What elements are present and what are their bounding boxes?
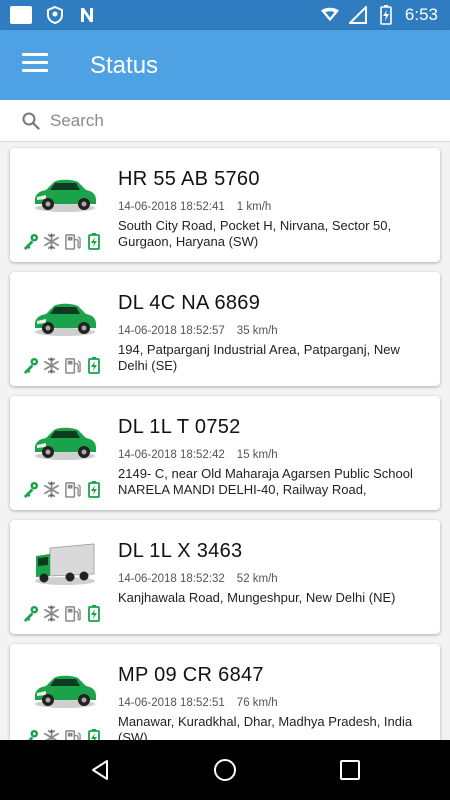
search-icon [22, 112, 40, 130]
vehicle-card[interactable]: DL 4C NA 6869 14-06-2018 18:52:57 35 km/h 1… [10, 272, 440, 386]
system-status-bar: 6:53 [0, 0, 450, 30]
fuel-pump-icon [64, 356, 81, 374]
vehicle-meta: 14-06-2018 18:52:57 35 km/h [118, 325, 278, 337]
status-icons [22, 604, 102, 622]
battery-charging-icon [377, 5, 395, 25]
battery-icon [85, 356, 102, 374]
vehicle-meta: 14-06-2018 18:52:51 76 km/h [118, 697, 278, 709]
battery-icon [85, 232, 102, 250]
search-bar [0, 100, 450, 142]
ac-snowflake-icon [43, 604, 60, 622]
vehicle-meta: 14-06-2018 18:52:32 52 km/h [118, 573, 278, 585]
page-title: Status [90, 52, 159, 79]
status-icons [22, 356, 102, 374]
battery-icon [85, 480, 102, 498]
ac-snowflake-icon [43, 728, 60, 740]
vehicle-address: South City Road, Pocket H, Nirvana, Sect… [118, 218, 392, 249]
vehicle-address: Kanjhawala Road, Mungeshpur, New Delhi (… [118, 590, 396, 605]
speed: 52 km/h [236, 573, 278, 585]
speed: 15 km/h [236, 449, 278, 461]
back-icon[interactable] [88, 758, 112, 782]
fuel-pump-icon [64, 232, 81, 250]
app-bar: Status [0, 30, 450, 100]
recent-apps-icon[interactable] [338, 758, 362, 782]
notification-icon [10, 6, 32, 24]
speed: 76 km/h [236, 697, 278, 709]
vehicle-meta: 14-06-2018 18:52:42 15 km/h [118, 449, 278, 461]
truck-icon [32, 542, 98, 586]
status-icons [22, 728, 102, 740]
vehicle-plate: HR 55 AB 5760 [118, 168, 260, 190]
ac-snowflake-icon [43, 480, 60, 498]
vehicle-card[interactable]: MP 09 CR 6847 14-06-2018 18:52:51 76 km/h M… [10, 644, 440, 740]
vehicle-card[interactable]: DL 1L T 0752 14-06-2018 18:52:42 15 km/h 21… [10, 396, 440, 510]
n-app-icon [78, 6, 96, 24]
battery-icon [85, 604, 102, 622]
search-input[interactable] [50, 106, 430, 136]
signal-icon [348, 6, 367, 24]
vehicle-card[interactable]: HR 55 AB 5760 14-06-2018 18:52:41 1 km/h So… [10, 148, 440, 262]
vehicle-plate: DL 4C NA 6869 [118, 292, 261, 314]
vehicle-address: 194, Patparganj Industrial Area, Patparg… [118, 342, 400, 373]
vehicle-plate: DL 1L X 3463 [118, 540, 243, 562]
fuel-pump-icon [64, 728, 81, 740]
ignition-key-icon [22, 356, 39, 374]
ac-snowflake-icon [43, 356, 60, 374]
ignition-key-icon [22, 232, 39, 250]
fuel-pump-icon [64, 604, 81, 622]
ignition-key-icon [22, 728, 39, 740]
timestamp: 14-06-2018 18:52:41 [118, 201, 225, 213]
status-icons [22, 232, 102, 250]
home-icon[interactable] [213, 758, 237, 782]
clock: 6:53 [404, 5, 438, 24]
status-icons [22, 480, 102, 498]
car-icon [32, 666, 98, 710]
battery-icon [85, 728, 102, 740]
car-icon [32, 418, 98, 462]
car-icon [32, 294, 98, 338]
vehicle-plate: DL 1L T 0752 [118, 416, 241, 438]
ac-snowflake-icon [43, 232, 60, 250]
timestamp: 14-06-2018 18:52:51 [118, 697, 225, 709]
system-navigation-bar [0, 740, 450, 800]
vehicle-address: 2149- C, near Old Maharaja Agarsen Publi… [118, 466, 413, 497]
wifi-icon [320, 6, 339, 24]
ignition-key-icon [22, 480, 39, 498]
timestamp: 14-06-2018 18:52:57 [118, 325, 225, 337]
vehicle-meta: 14-06-2018 18:52:41 1 km/h [118, 201, 271, 213]
timestamp: 14-06-2018 18:52:32 [118, 573, 225, 585]
vehicle-address: Manawar, Kuradkhal, Dhar, Madhya Pradesh… [118, 714, 413, 740]
vehicle-list[interactable]: HR 55 AB 5760 14-06-2018 18:52:41 1 km/h So… [0, 142, 450, 740]
timestamp: 14-06-2018 18:52:42 [118, 449, 225, 461]
vpn-shield-icon [46, 6, 64, 24]
ignition-key-icon [22, 604, 39, 622]
speed: 1 km/h [236, 201, 272, 213]
vehicle-card[interactable]: DL 1L X 3463 14-06-2018 18:52:32 52 km/h Ka… [10, 520, 440, 634]
car-icon [32, 170, 98, 214]
fuel-pump-icon [64, 480, 81, 498]
hamburger-menu-icon[interactable] [22, 53, 48, 75]
speed: 35 km/h [236, 325, 278, 337]
vehicle-plate: MP 09 CR 6847 [118, 664, 264, 686]
